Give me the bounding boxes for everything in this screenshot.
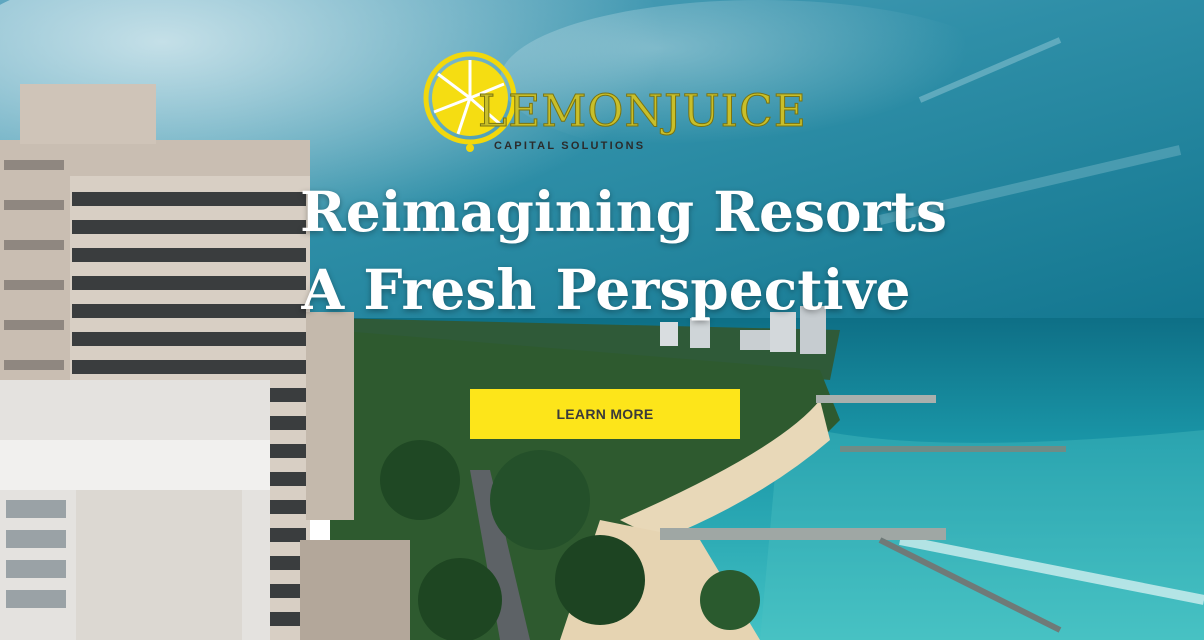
hero-section: LEMONJUICE CAPITAL SOLUTIONS Reimagining…	[0, 0, 1204, 640]
learn-more-button[interactable]: LEARN MORE	[470, 389, 740, 439]
hero-headline-line-1: Reimagining Resorts	[300, 179, 947, 244]
brand-wordmark: LEMONJUICE	[478, 86, 807, 137]
brand-tagline: CAPITAL SOLUTIONS	[494, 140, 646, 152]
hero-headline-line-2: A Fresh Perspective	[301, 257, 911, 322]
brand-logo[interactable]: LEMONJUICE CAPITAL SOLUTIONS	[418, 44, 810, 156]
